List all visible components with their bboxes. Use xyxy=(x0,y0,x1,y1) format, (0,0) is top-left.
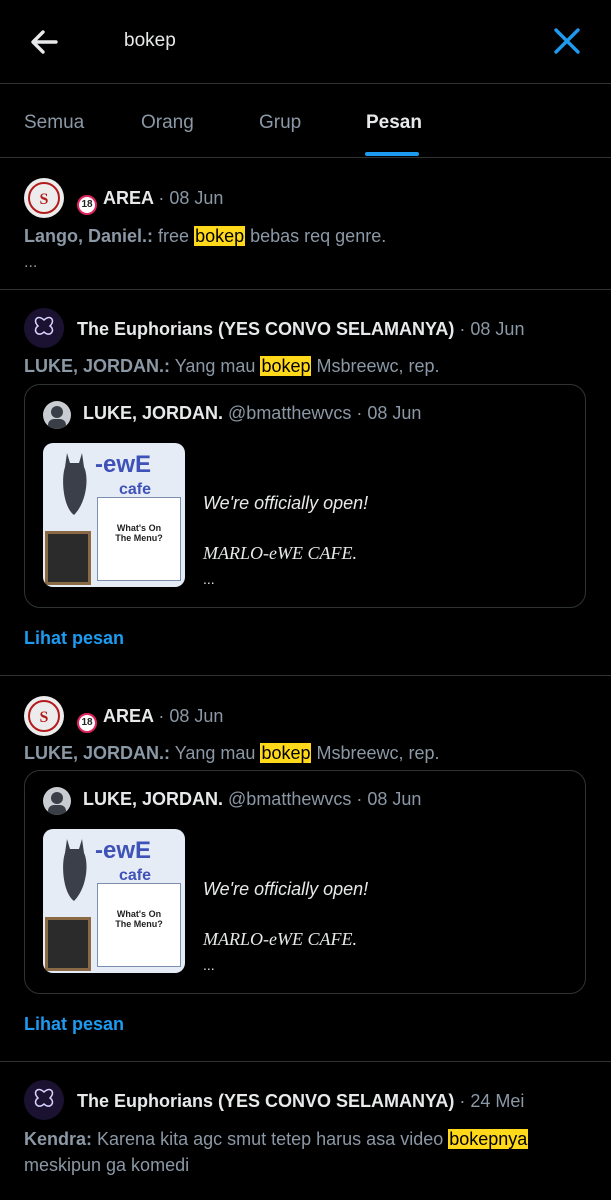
post-image[interactable]: -ewE cafe What's On The Menu? xyxy=(43,829,185,973)
sender-name: Kendra: xyxy=(24,1129,93,1149)
snippet-text: Msbreewc, rep. xyxy=(311,743,440,763)
separator-dot: · xyxy=(351,789,368,809)
back-button[interactable] xyxy=(26,24,62,60)
group-avatar: S xyxy=(24,178,64,218)
view-message-link[interactable]: Lihat pesan xyxy=(24,628,124,649)
author-handle: @bmatthewvcs xyxy=(228,789,352,809)
chalkboard xyxy=(45,531,91,585)
message-result[interactable]: S 18 AREA · 08 Jun Lango, Daniel.: free b… xyxy=(0,158,611,290)
group-name: AREA xyxy=(103,706,154,726)
search-tabs: Semua Orang Grup Pesan xyxy=(0,84,611,158)
thumb-menu-text: What's On The Menu? xyxy=(115,523,163,543)
post-text-more: ... xyxy=(203,957,215,973)
message-result[interactable]: S 18 AREA · 08 Jun LUKE, JORDAN.: Yang ma… xyxy=(0,676,611,1062)
search-highlight: bokep xyxy=(194,226,246,246)
tab-orang[interactable]: Orang xyxy=(141,112,194,134)
quoted-post[interactable]: LUKE, JORDAN. @bmatthewvcs · 08 Jun -ewE… xyxy=(24,384,586,608)
separator-dot: · xyxy=(351,403,368,423)
snippet-text: Yang mau xyxy=(174,356,261,376)
snippet-text: Yang mau xyxy=(174,743,261,763)
search-header: bokep xyxy=(0,0,611,84)
avatar xyxy=(43,401,71,429)
post-text-line: We're officially open! xyxy=(203,493,369,513)
cat-silhouette xyxy=(63,453,87,515)
18-plus-icon: 18 xyxy=(77,713,97,733)
group-avatar xyxy=(24,1080,64,1120)
search-highlight: bokepnya xyxy=(448,1129,529,1149)
tab-semua[interactable]: Semua xyxy=(24,112,84,134)
thumb-title: -ewE xyxy=(95,451,152,478)
separator-dot: · xyxy=(459,319,471,339)
svg-text:S: S xyxy=(40,191,49,208)
snippet-text: Karena kita agc smut tetep harus asa vid… xyxy=(97,1129,449,1149)
group-name: The Euphorians (YES CONVO SELAMANYA) xyxy=(77,1091,455,1111)
post-text-line: We're officially open! xyxy=(203,879,369,899)
18-plus-icon: 18 xyxy=(77,195,97,215)
message-snippet: Kendra: Karena kita agc smut tetep harus… xyxy=(24,1126,587,1178)
author-handle: @bmatthewvcs xyxy=(228,403,352,423)
message-date: 24 Mei xyxy=(470,1091,525,1111)
post-date: 08 Jun xyxy=(367,403,422,423)
post-text-line: MARLO-eWE CAFE. xyxy=(203,929,357,949)
arrow-left-icon xyxy=(31,30,58,54)
message-date: 08 Jun xyxy=(169,706,224,726)
snippet-text: bebas req genre. xyxy=(245,226,387,246)
group-name: The Euphorians (YES CONVO SELAMANYA) xyxy=(77,319,455,339)
tab-grup[interactable]: Grup xyxy=(259,112,301,134)
more-ellipsis: ... xyxy=(24,254,38,271)
sender-name: Lango, Daniel.: xyxy=(24,226,154,246)
post-date: 08 Jun xyxy=(367,789,422,809)
search-input[interactable]: bokep xyxy=(124,30,176,52)
clear-search-button[interactable] xyxy=(550,24,584,58)
separator-dot: · xyxy=(459,1091,471,1111)
tab-pesan[interactable]: Pesan xyxy=(366,112,422,134)
close-icon xyxy=(554,28,580,54)
group-avatar xyxy=(24,308,64,348)
snippet-text: free xyxy=(158,226,195,246)
post-image[interactable]: -ewE cafe What's On The Menu? xyxy=(43,443,185,587)
thumb-title: -ewE xyxy=(95,837,152,864)
cat-silhouette xyxy=(63,839,87,901)
svg-text:S: S xyxy=(40,709,49,726)
author-name: LUKE, JORDAN. xyxy=(83,789,224,809)
avatar xyxy=(43,787,71,815)
message-result[interactable]: The Euphorians (YES CONVO SELAMANYA) · 0… xyxy=(0,290,611,676)
group-name: AREA xyxy=(103,188,154,208)
search-highlight: bokep xyxy=(260,356,312,376)
separator-dot: · xyxy=(158,706,170,726)
search-highlight: bokep xyxy=(260,743,312,763)
message-date: 08 Jun xyxy=(470,319,525,339)
author-name: LUKE, JORDAN. xyxy=(83,403,224,423)
group-avatar: S xyxy=(24,696,64,736)
message-snippet: LUKE, JORDAN.: Yang mau bokep Msbreewc, … xyxy=(24,740,587,766)
message-snippet: LUKE, JORDAN.: Yang mau bokep Msbreewc, … xyxy=(24,353,587,379)
message-result[interactable]: The Euphorians (YES CONVO SELAMANYA) · 2… xyxy=(0,1062,611,1200)
message-date: 08 Jun xyxy=(169,188,224,208)
view-message-link[interactable]: Lihat pesan xyxy=(24,1014,124,1035)
sender-name: LUKE, JORDAN.: xyxy=(24,356,171,376)
separator-dot: · xyxy=(158,188,170,208)
quoted-post[interactable]: LUKE, JORDAN. @bmatthewvcs · 08 Jun -ewE… xyxy=(24,770,586,994)
chalkboard xyxy=(45,917,91,971)
post-text-more: ... xyxy=(203,571,215,587)
active-tab-indicator xyxy=(365,152,419,156)
snippet-text: Msbreewc, rep. xyxy=(311,356,440,376)
message-snippet: Lango, Daniel.: free bokep bebas req gen… xyxy=(24,223,587,249)
post-text-line: MARLO-eWE CAFE. xyxy=(203,543,357,563)
thumb-menu-text: What's On The Menu? xyxy=(115,909,163,929)
snippet-text: meskipun ga komedi xyxy=(24,1155,190,1175)
sender-name: LUKE, JORDAN.: xyxy=(24,743,171,763)
